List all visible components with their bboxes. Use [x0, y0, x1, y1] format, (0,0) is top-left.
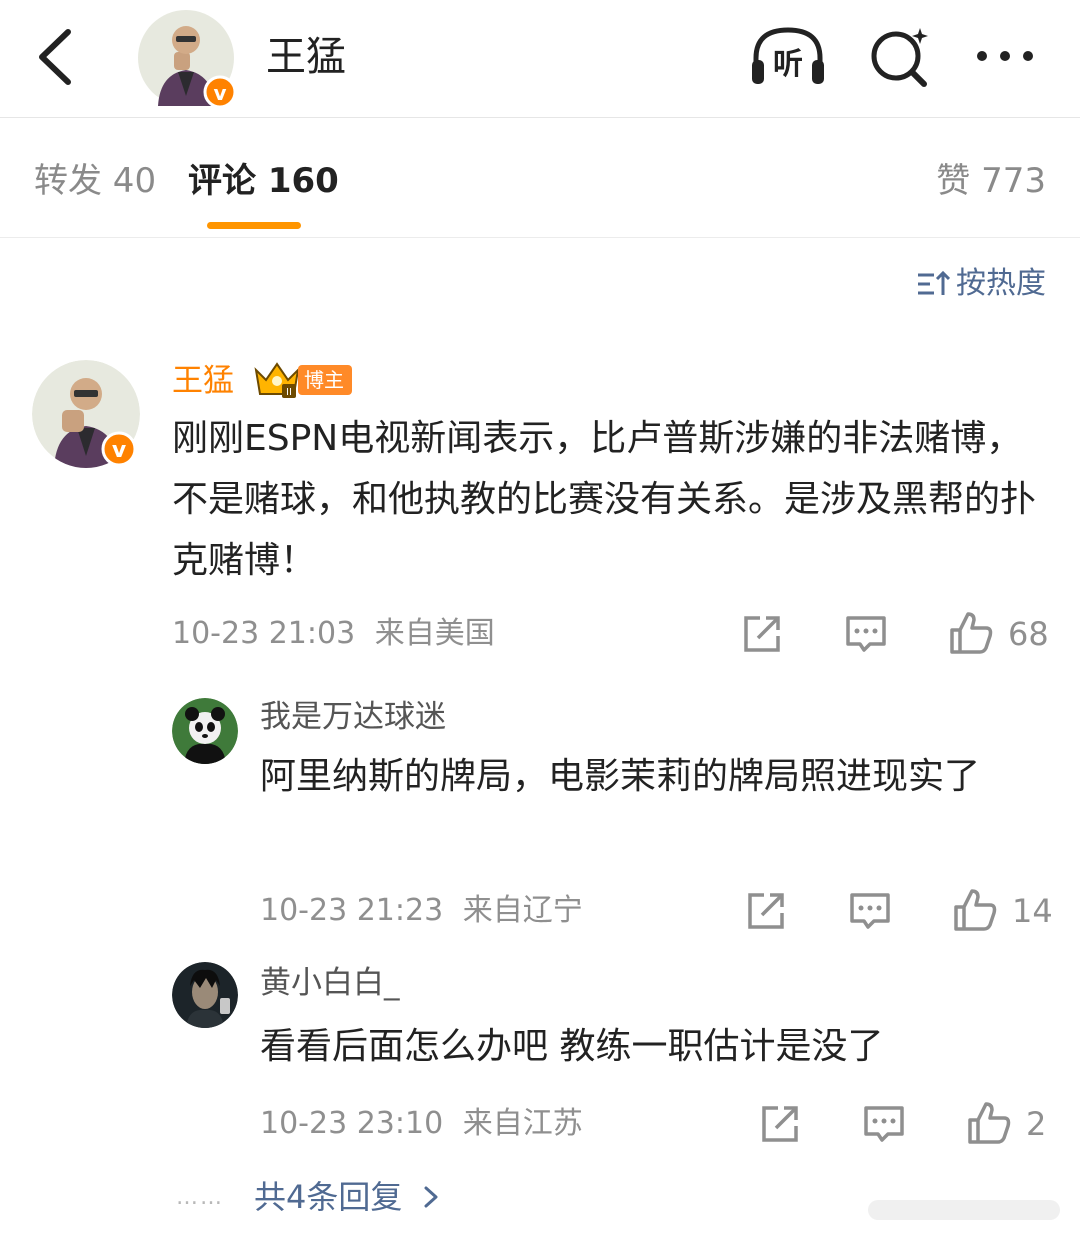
reply-meta: 10-23 21:23 来自辽宁: [260, 891, 583, 931]
like-count: 14: [1012, 892, 1053, 930]
search-icon[interactable]: [866, 24, 932, 90]
tab-bar: 转发 40 评论 160 赞 773: [0, 118, 1080, 238]
top-bar: v 王猛 听: [0, 0, 1080, 118]
sort-icon: [918, 270, 950, 295]
reply-time: 10-23 23:10: [260, 1106, 444, 1141]
reply-text: 阿里纳斯的牌局，电影茉莉的牌局照进现实了: [260, 756, 981, 797]
author-badge: II 博主: [252, 360, 352, 400]
more-replies-dots: ……: [176, 1184, 224, 1210]
comment-time: 10-23 21:03: [172, 616, 356, 651]
reply-meta: 10-23 23:10 来自江苏: [260, 1104, 583, 1144]
comment-icon[interactable]: [844, 612, 888, 656]
like-icon[interactable]: [966, 1100, 1012, 1146]
listen-label: 听: [773, 47, 803, 82]
crown-icon: II: [254, 362, 300, 398]
comment-location: 来自美国: [374, 616, 495, 651]
reply-location: 来自江苏: [462, 1106, 583, 1141]
share-icon[interactable]: [758, 1102, 802, 1146]
reply-location: 来自辽宁: [462, 893, 583, 928]
back-arrow-icon[interactable]: [28, 22, 88, 92]
sort-label: 按热度: [956, 266, 1046, 301]
share-icon[interactable]: [744, 889, 788, 933]
more-replies-row: …… 共4条回复: [176, 1176, 446, 1218]
comment-icon[interactable]: [848, 889, 892, 933]
tab-reposts[interactable]: 转发 40: [34, 158, 156, 204]
svg-text:II: II: [286, 387, 292, 398]
active-tab-indicator: [207, 222, 301, 229]
share-icon[interactable]: [740, 612, 784, 656]
like-icon[interactable]: [948, 610, 994, 656]
header-avatar[interactable]: v: [138, 10, 237, 109]
headphones-listen-icon[interactable]: 听: [748, 22, 828, 92]
like-count: 2: [1026, 1105, 1047, 1143]
avatar[interactable]: [172, 698, 238, 764]
reply-author[interactable]: 我是万达球迷: [260, 696, 446, 738]
blogger-badge: 博主: [298, 365, 352, 395]
reply-text: 看看后面怎么办吧 教练一职估计是没了: [260, 1026, 884, 1067]
like-count: 68: [1008, 615, 1049, 653]
avatar[interactable]: [172, 962, 238, 1028]
like-icon[interactable]: [952, 887, 998, 933]
page-title: 王猛: [266, 34, 346, 80]
horizontal-scrollbar[interactable]: [868, 1200, 1060, 1220]
reply-time: 10-23 21:23: [260, 893, 444, 928]
tab-comments[interactable]: 评论 160: [188, 158, 339, 204]
svg-text:v: v: [112, 438, 127, 463]
verified-v-icon: v: [101, 431, 137, 467]
comment-author[interactable]: 王猛: [172, 360, 234, 402]
chevron-right-icon[interactable]: [416, 1182, 446, 1212]
comment-icon[interactable]: [862, 1102, 906, 1146]
comment-text: 刚刚ESPN电视新闻表示，比卢普斯涉嫌的非法赌博，不是赌球，和他执教的比赛没有关…: [172, 418, 1037, 581]
reply-author[interactable]: 黄小白白_: [260, 962, 400, 1004]
tab-likes[interactable]: 赞 773: [936, 158, 1046, 204]
more-icon[interactable]: [970, 36, 1040, 76]
svg-text:v: v: [213, 81, 226, 105]
comment-meta: 10-23 21:03 来自美国: [172, 614, 495, 654]
more-replies-link[interactable]: 共4条回复: [254, 1176, 402, 1218]
sort-button[interactable]: 按热度: [916, 264, 1046, 304]
